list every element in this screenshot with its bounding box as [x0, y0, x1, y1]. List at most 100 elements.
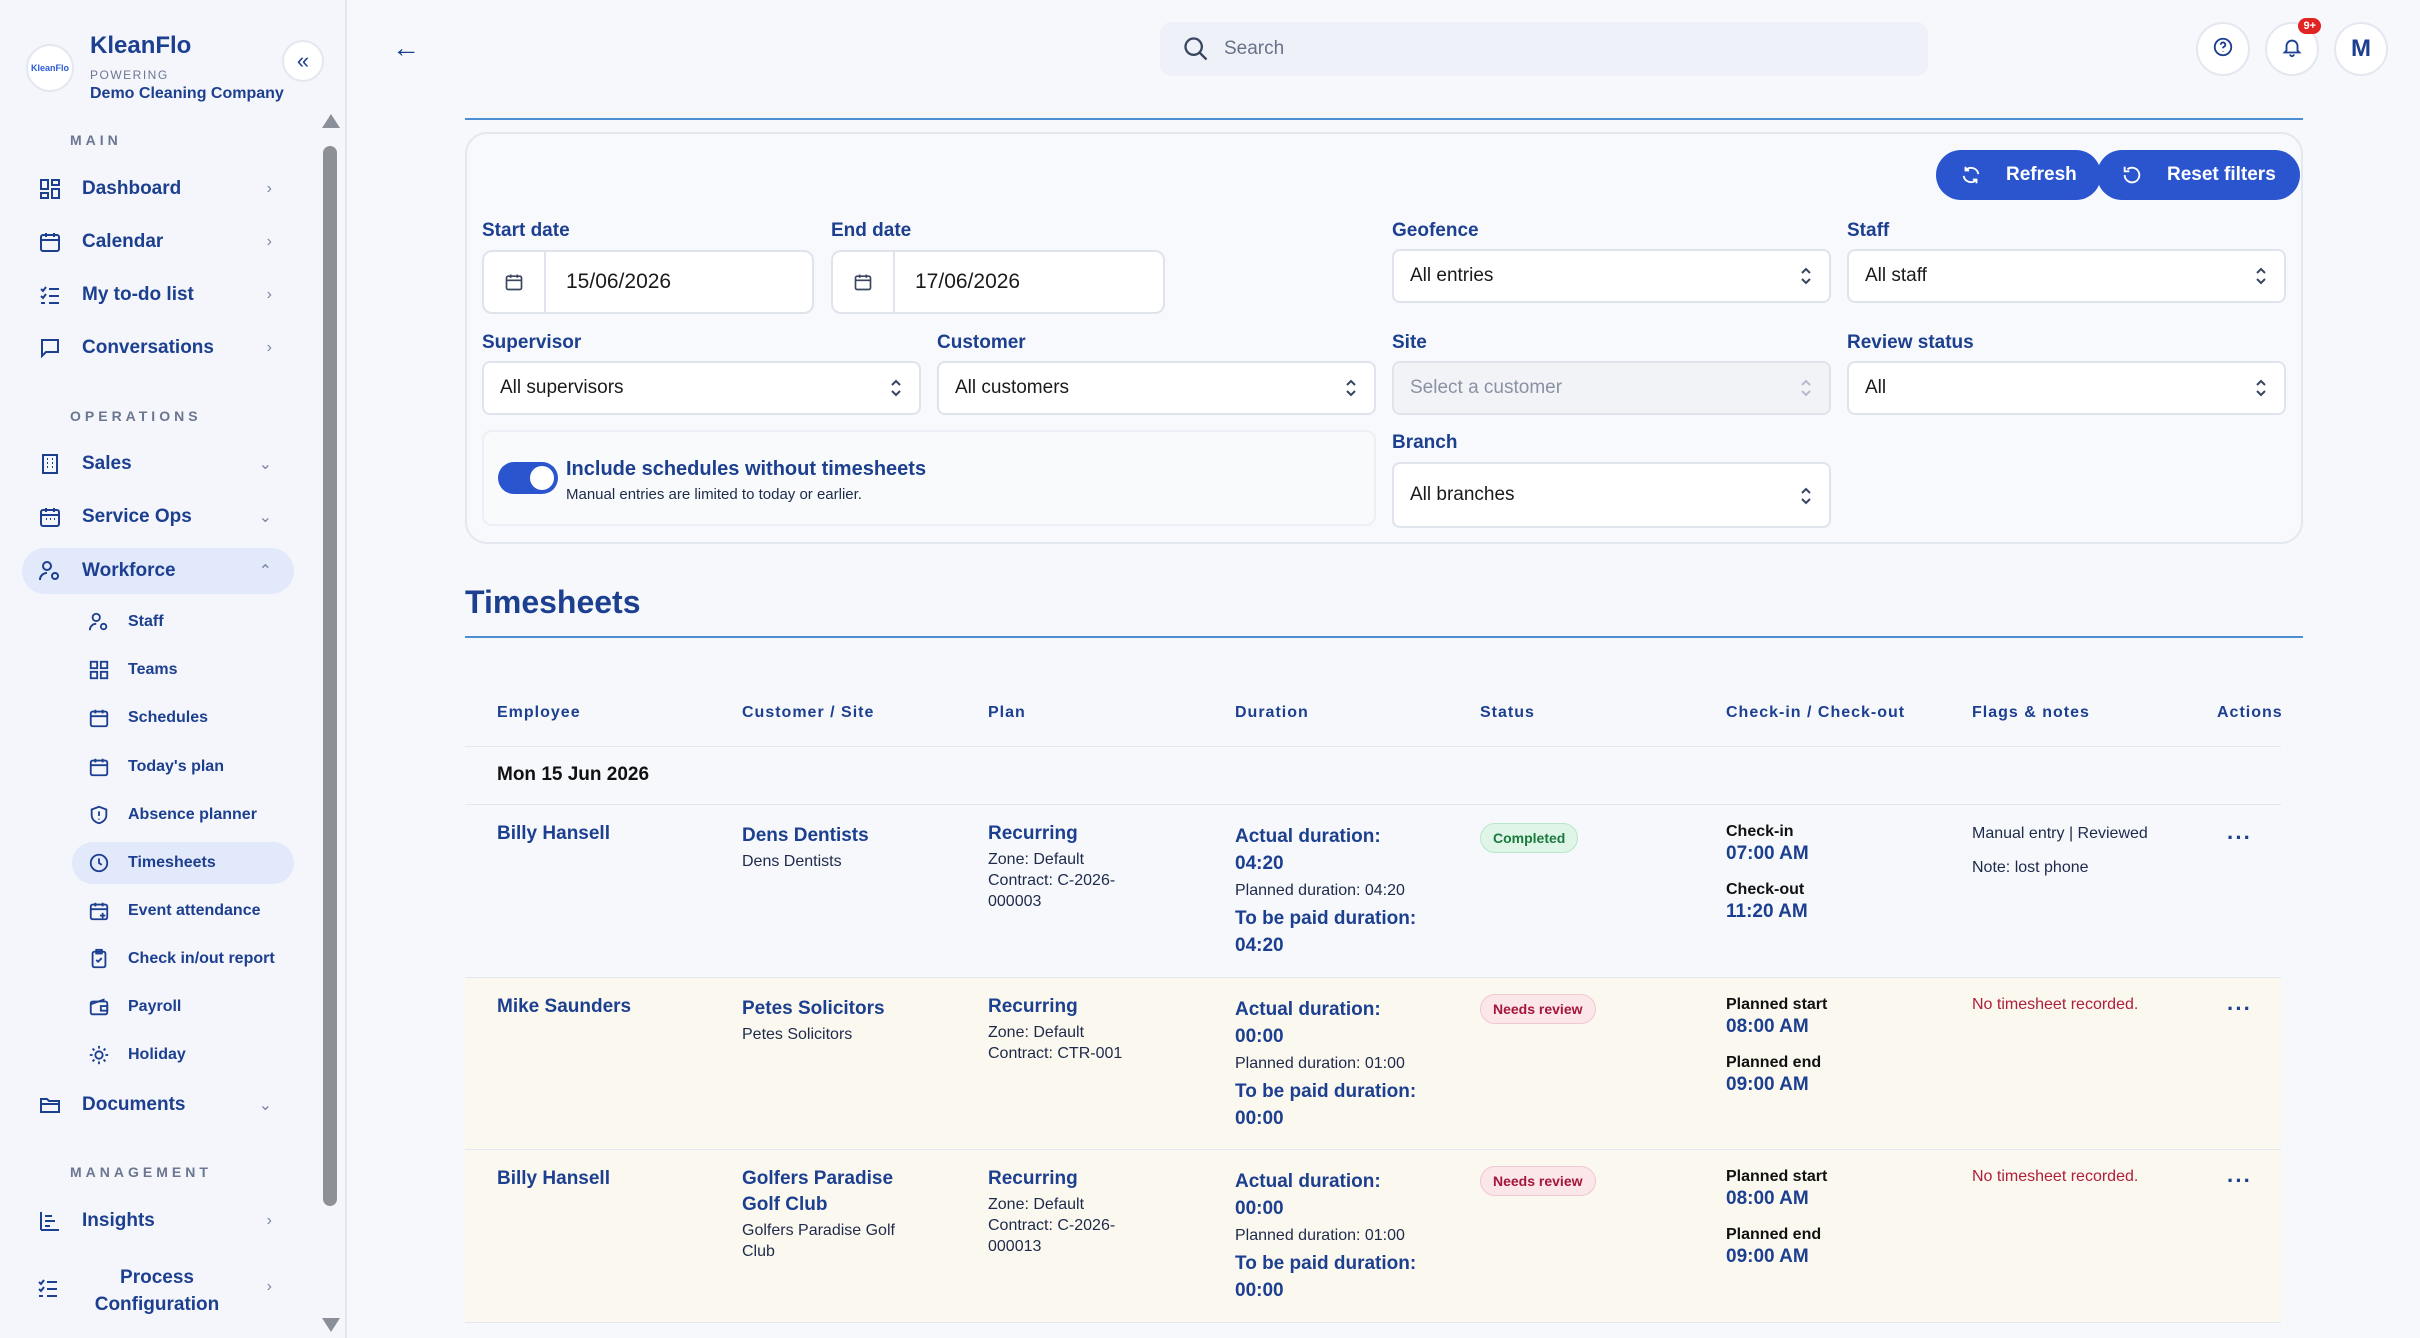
site-name: Dens Dentists [742, 853, 842, 870]
page-title: Timesheets [465, 584, 641, 620]
sidebar-subitem-schedules[interactable]: Schedules [72, 697, 294, 739]
paid-duration-label: To be paid duration: [1235, 908, 1417, 929]
notifications-button[interactable]: 9+ [2265, 18, 2321, 76]
avatar: M [2351, 35, 2371, 62]
sidebar-item-service-ops[interactable]: Service Ops ⌄ [22, 494, 294, 540]
building-icon [36, 450, 64, 478]
sidebar-subitem-todays-plan[interactable]: Today's plan [72, 746, 294, 788]
customer-name[interactable]: Dens Dentists [742, 823, 932, 849]
sidebar-subitem-label: Timesheets [128, 854, 216, 871]
review-status-select[interactable]: All [1847, 361, 2286, 415]
up-down-chevron-icon [1799, 485, 1813, 507]
include-schedules-toggle[interactable] [498, 462, 558, 494]
planned-end-time: 09:00 AM [1726, 1074, 1809, 1095]
sidebar-subitem-label: Event attendance [128, 902, 261, 919]
calendar-icon [86, 705, 112, 731]
branch-select[interactable]: All branches [1392, 462, 1831, 528]
sidebar-subitem-checkin-report[interactable]: Check in/out report [72, 938, 294, 980]
user-gear-icon [86, 609, 112, 635]
geofence-select[interactable]: All entries [1392, 249, 1831, 303]
customer-value: All customers [955, 377, 1070, 398]
calendar-icon[interactable] [484, 252, 546, 312]
sidebar-subitem-holiday[interactable]: Holiday [72, 1034, 294, 1076]
supervisor-select[interactable]: All supervisors [482, 361, 921, 415]
checklist-icon [36, 1276, 64, 1304]
site-placeholder: Select a customer [1410, 377, 1563, 398]
sidebar-item-dashboard[interactable]: Dashboard › [22, 166, 294, 212]
actual-duration-value: 00:00 [1235, 1198, 1284, 1219]
supervisor-label: Supervisor [482, 332, 582, 353]
search-bar[interactable] [1160, 22, 1928, 76]
staff-select[interactable]: All staff [1847, 249, 2286, 303]
clipboard-check-icon [86, 946, 112, 972]
employee-name[interactable]: Mike Saunders [497, 996, 631, 1018]
flag-text: No timesheet recorded. [1972, 1168, 2139, 1185]
plan-type: Recurring [988, 996, 1078, 1017]
calendar-icon[interactable] [833, 252, 895, 312]
sidebar-subitem-staff[interactable]: Staff [72, 601, 294, 643]
end-date-value[interactable]: 17/06/2026 [915, 270, 1020, 294]
checklist-icon [36, 281, 64, 309]
table-row[interactable]: Billy Hansell Golfers Paradise Golf Club… [465, 1150, 2281, 1322]
scroll-down-arrow-icon[interactable] [322, 1318, 340, 1332]
sidebar-subitem-label: Teams [128, 661, 178, 678]
back-button[interactable]: ← [392, 32, 420, 64]
sidebar-item-label: Documents [82, 1094, 186, 1115]
customer-name[interactable]: Petes Solicitors [742, 996, 932, 1022]
end-date-field[interactable]: 17/06/2026 [831, 250, 1165, 314]
table-row[interactable]: Mike Saunders Petes Solicitors Petes Sol… [465, 978, 2281, 1149]
section-label-management: MANAGEMENT [70, 1164, 212, 1180]
clock-icon [86, 850, 112, 876]
help-button[interactable] [2196, 22, 2250, 76]
scroll-up-arrow-icon[interactable] [322, 114, 340, 128]
employee-name[interactable]: Billy Hansell [497, 1168, 610, 1190]
sidebar-scrollbar[interactable] [320, 114, 340, 1338]
sidebar-subitem-timesheets[interactable]: Timesheets [72, 842, 294, 884]
sidebar-item-calendar[interactable]: Calendar › [22, 219, 294, 265]
sidebar-item-documents[interactable]: Documents ⌄ [22, 1082, 294, 1128]
flag-text: Manual entry | Reviewed [1972, 825, 2148, 842]
scrollbar-thumb[interactable] [323, 146, 337, 1206]
sidebar-item-conversations[interactable]: Conversations › [22, 325, 294, 371]
up-down-chevron-icon [1344, 377, 1358, 399]
sidebar-subitem-event-attendance[interactable]: Event attendance [72, 890, 294, 932]
chevron-up-icon: ⌃ [258, 563, 272, 580]
table-row[interactable]: Billy Hansell Dens Dentists Dens Dentist… [465, 805, 2281, 977]
row-actions-menu-icon[interactable]: ··· [2227, 1168, 2252, 1194]
sidebar-item-todo[interactable]: My to-do list › [22, 272, 294, 318]
start-date-field[interactable]: 15/06/2026 [482, 250, 814, 314]
sidebar-item-workforce[interactable]: Workforce ⌃ [22, 548, 294, 594]
help-circle-icon [2212, 36, 2234, 63]
reset-filters-label: Reset filters [2167, 164, 2276, 185]
customer-name[interactable]: Golfers Paradise Golf Club [742, 1166, 932, 1218]
up-down-chevron-icon [1799, 377, 1813, 399]
column-header-customer-site: Customer / Site [742, 704, 875, 721]
row-actions-menu-icon[interactable]: ··· [2227, 996, 2252, 1022]
sidebar-subitem-label: Holiday [128, 1046, 186, 1063]
row-actions-menu-icon[interactable]: ··· [2227, 825, 2252, 851]
customer-label: Customer [937, 332, 1026, 353]
user-avatar-button[interactable]: M [2334, 22, 2388, 76]
search-input[interactable] [1224, 38, 1824, 60]
refresh-button[interactable]: Refresh [1936, 150, 2101, 200]
sidebar-subitem-label: Payroll [128, 998, 182, 1015]
staff-label: Staff [1847, 220, 1890, 241]
sidebar-subitem-payroll[interactable]: Payroll [72, 986, 294, 1028]
sidebar-item-label: Insights [82, 1210, 155, 1231]
site-label: Site [1392, 332, 1427, 353]
refresh-icon [1960, 164, 1982, 186]
customer-select[interactable]: All customers [937, 361, 1376, 415]
sidebar-item-process-configuration[interactable]: Process Configuration › [22, 1258, 294, 1322]
branch-value: All branches [1410, 484, 1515, 505]
reset-filters-button[interactable]: Reset filters [2097, 150, 2300, 200]
start-date-value[interactable]: 15/06/2026 [566, 270, 671, 294]
sidebar-subitem-teams[interactable]: Teams [72, 649, 294, 691]
employee-name[interactable]: Billy Hansell [497, 823, 610, 845]
planned-start-label: Planned start [1726, 1168, 1828, 1185]
checkout-label: Check-out [1726, 881, 1805, 898]
collapse-sidebar-button[interactable]: « [282, 40, 324, 82]
sidebar-item-sales[interactable]: Sales ⌄ [22, 441, 294, 487]
sidebar-subitem-absence-planner[interactable]: Absence planner [72, 794, 294, 836]
end-date-label: End date [831, 220, 912, 241]
sidebar-item-insights[interactable]: Insights › [22, 1198, 294, 1244]
